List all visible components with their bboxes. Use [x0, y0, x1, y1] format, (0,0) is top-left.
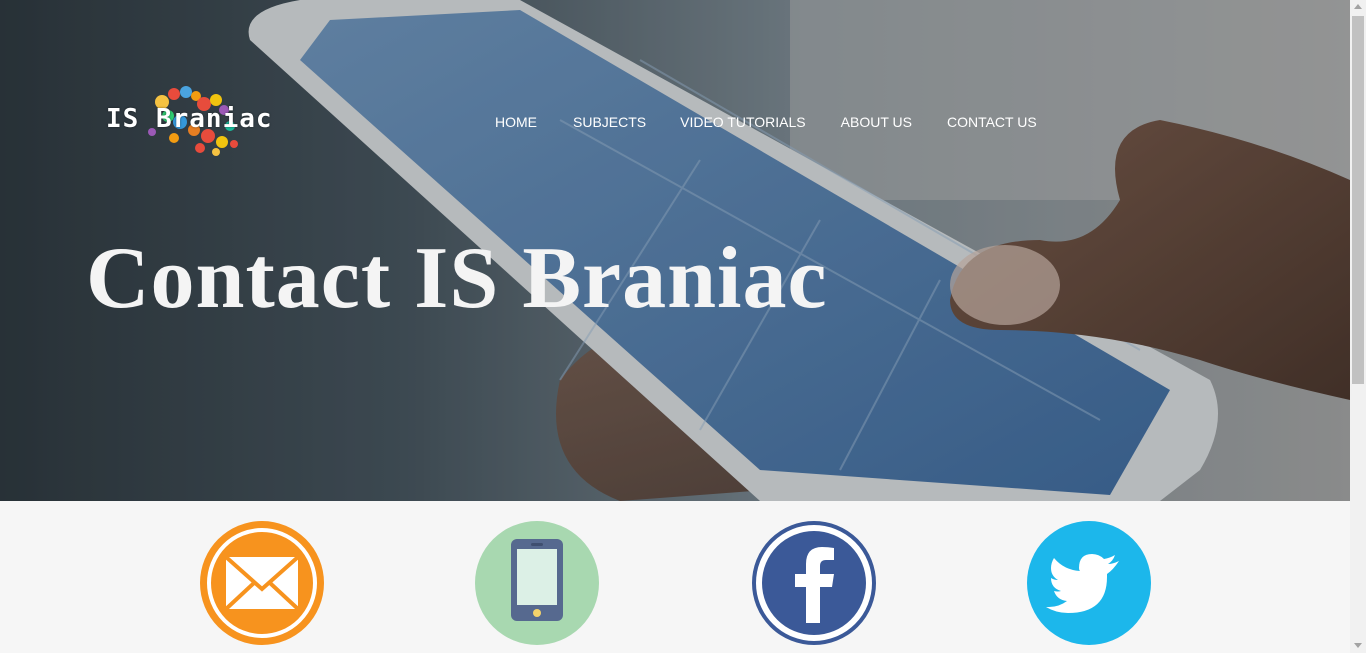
- facebook-f-glyph: [795, 547, 834, 623]
- nav-about-us[interactable]: ABOUT US: [841, 114, 912, 130]
- nav-contact-us[interactable]: CONTACT US: [947, 114, 1037, 130]
- scroll-up-arrow-icon[interactable]: [1354, 4, 1362, 9]
- scroll-down-arrow-icon[interactable]: [1354, 643, 1362, 648]
- main-nav: HOME SUBJECTS VIDEO TUTORIALS ABOUT US C…: [495, 114, 1037, 130]
- twitter-icon[interactable]: [1027, 521, 1151, 645]
- nav-home[interactable]: HOME: [495, 114, 537, 130]
- twitter-bird-glyph: [1046, 554, 1119, 613]
- scrollbar-thumb[interactable]: [1352, 16, 1364, 384]
- phone-icon[interactable]: [475, 521, 599, 645]
- site-logo[interactable]: IS Braniac: [104, 82, 274, 164]
- nav-video-tutorials[interactable]: VIDEO TUTORIALS: [680, 114, 806, 130]
- hero-banner: IS Braniac HOME SUBJECTS VIDEO TUTORIALS…: [0, 0, 1350, 501]
- contact-icons-row: [0, 521, 1350, 653]
- envelope-icon: [224, 555, 300, 611]
- smartphone-icon: [511, 539, 563, 621]
- facebook-icon[interactable]: [752, 521, 876, 645]
- page-title: Contact IS Braniac: [86, 230, 828, 327]
- logo-text: IS Braniac: [106, 104, 273, 134]
- nav-subjects[interactable]: SUBJECTS: [573, 114, 646, 130]
- vertical-scrollbar[interactable]: [1350, 0, 1366, 653]
- email-icon[interactable]: [200, 521, 324, 645]
